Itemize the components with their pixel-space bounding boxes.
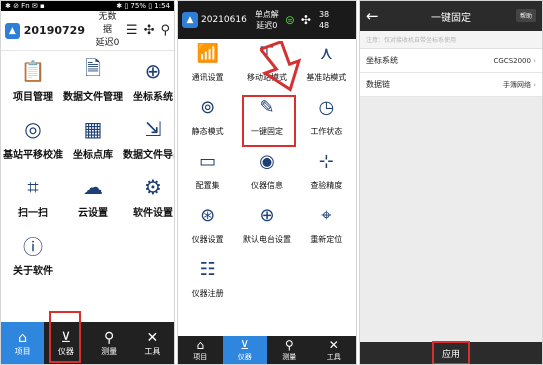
location-icon: ⌖ bbox=[321, 204, 332, 226]
register-icon: ☷ bbox=[199, 258, 216, 280]
menu-project-manage[interactable]: 📋 项目管理 bbox=[3, 59, 63, 111]
scan-icon: ⌗ bbox=[27, 175, 39, 199]
receiver-settings-icon: ⊛ bbox=[200, 204, 216, 226]
highlight-apply-button bbox=[432, 341, 470, 364]
menu-config-set[interactable]: ▭ 配置集 bbox=[178, 149, 237, 203]
menu-about[interactable]: ⓘ 关于软件 bbox=[3, 233, 63, 285]
home-menu-grid: 📋 项目管理 🗎 数据文件管理 ⊕ 坐标系统 ◎ 基站平移校准 ▦ 坐标点库 ⇲… bbox=[1, 51, 174, 285]
receiver-icon[interactable]: ☰ bbox=[126, 23, 138, 38]
header: ← 一键固定 帮助 bbox=[360, 1, 542, 31]
menu-default-radio[interactable]: ⊕ 默认电台设置 bbox=[237, 203, 296, 257]
instrument-icon: ⊻ bbox=[240, 337, 250, 352]
app-screen-one-key-fix: ← 一键固定 帮助 注意：仅对接收机自带坐标系使用 坐标系统 CGCS2000 … bbox=[359, 0, 543, 365]
menu-data-export[interactable]: ⇲ 数据文件导出 bbox=[123, 117, 174, 169]
menu-coordinate-system[interactable]: ⊕ 坐标系统 bbox=[123, 59, 174, 111]
app-logo: ▲ bbox=[182, 12, 198, 28]
tab-project[interactable]: ⌂ 项目 bbox=[178, 336, 223, 364]
project-date: 20190729 bbox=[23, 24, 85, 37]
menu-static-mode[interactable]: ⊚ 静态模式 bbox=[178, 95, 237, 149]
status-line1: 无数据 bbox=[98, 12, 117, 35]
coordinate-system-value: CGCS2000 bbox=[494, 57, 537, 65]
status-bar: ✱ ⊘ Fn ✉ ▪ ✱ ▯ 75% ▯ 1:54 bbox=[1, 1, 174, 11]
app-screen-home: ✱ ⊘ Fn ✉ ▪ ✱ ▯ 75% ▯ 1:54 ▲ 20190729 无数据… bbox=[0, 0, 175, 365]
pin-icon: ⚲ bbox=[103, 329, 115, 346]
solution-status: 单点解 延迟0 bbox=[254, 10, 279, 30]
menu-scan[interactable]: ⌗ 扫一扫 bbox=[3, 175, 63, 227]
header: ▲ 20190729 无数据 延迟0 ☰ ✣ ⚲ bbox=[1, 11, 174, 51]
receiver-icon[interactable]: ⊜ bbox=[285, 13, 295, 27]
red-arrow-annotation bbox=[260, 41, 302, 92]
tools-icon: ✕ bbox=[146, 329, 159, 346]
menu-base-calibration[interactable]: ◎ 基站平移校准 bbox=[3, 117, 63, 169]
document-icon: 🗎 bbox=[84, 56, 102, 80]
cloud-gear-icon: ☁ bbox=[83, 175, 103, 199]
tab-instrument[interactable]: ⊻ 仪器 bbox=[222, 336, 267, 364]
settings-icon: ⚙ bbox=[144, 175, 162, 199]
info-icon: ⓘ bbox=[23, 234, 43, 259]
grid-icon: ▦ bbox=[83, 117, 103, 141]
tools-icon: ✕ bbox=[328, 337, 339, 352]
menu-point-library[interactable]: ▦ 坐标点库 bbox=[63, 117, 123, 169]
target-icon: ◎ bbox=[24, 117, 42, 141]
accuracy-icon: ⊹ bbox=[318, 150, 334, 172]
home-icon: ⌂ bbox=[18, 329, 28, 346]
bottom-tab-bar: ⌂ 项目 ⊻ 仪器 ⚲ 测量 ✕ 工具 bbox=[178, 336, 356, 364]
menu-instrument-settings[interactable]: ⊛ 仪器设置 bbox=[178, 203, 237, 257]
menu-comm-settings[interactable]: 📶 通讯设置 bbox=[178, 41, 237, 95]
row-coordinate-system[interactable]: 坐标系统 CGCS2000 bbox=[360, 49, 542, 73]
project-date: 20210616 bbox=[201, 15, 247, 25]
tab-measure[interactable]: ⚲ 测量 bbox=[88, 322, 131, 364]
radio-icon: ⊕ bbox=[259, 204, 275, 226]
home-icon: ⌂ bbox=[196, 337, 205, 352]
app-screen-instrument: ▲ 20210616 单点解 延迟0 ⊜ ✣ 38 48 📶 通讯设置 ⊤ 移动站模… bbox=[177, 0, 357, 365]
tab-tools[interactable]: ✕ 工具 bbox=[312, 336, 357, 364]
menu-relocate[interactable]: ⌖ 重新定位 bbox=[297, 203, 356, 257]
highlight-one-key-fix bbox=[242, 95, 296, 147]
header: ▲ 20210616 单点解 延迟0 ⊜ ✣ 38 48 bbox=[178, 1, 356, 39]
menu-instrument-info[interactable]: ◉ 仪器信息 bbox=[237, 149, 296, 203]
measure-icon[interactable]: ⚲ bbox=[160, 23, 170, 38]
menu-cloud-settings[interactable]: ☁ 云设置 bbox=[63, 175, 123, 227]
receiver-info-icon: ◉ bbox=[259, 150, 275, 172]
status-bar-right: ✱ ▯ 75% ▯ 1:54 bbox=[116, 2, 170, 10]
satellite-icon[interactable]: ✣ bbox=[144, 23, 155, 38]
satellite-icon[interactable]: ✣ bbox=[301, 13, 311, 27]
row-data-link[interactable]: 数据链 手簿网络 bbox=[360, 73, 542, 97]
tab-measure[interactable]: ⚲ 测量 bbox=[267, 336, 312, 364]
export-icon: ⇲ bbox=[144, 117, 162, 141]
notice-bar: 注意：仅对接收机自带坐标系使用 bbox=[360, 31, 542, 49]
clock-icon: ◷ bbox=[318, 96, 335, 118]
antenna-icon: 📶 bbox=[196, 42, 219, 64]
data-link-value: 手簿网络 bbox=[503, 80, 536, 90]
tab-tools[interactable]: ✕ 工具 bbox=[131, 322, 174, 364]
globe-icon: ⊕ bbox=[144, 59, 162, 83]
satellite-count: 38 48 bbox=[318, 10, 330, 30]
page-title: 一键固定 bbox=[431, 12, 471, 24]
status-line2: 延迟0 bbox=[95, 38, 120, 48]
tab-project[interactable]: ⌂ 项目 bbox=[1, 322, 45, 364]
app-logo: ▲ bbox=[5, 22, 20, 39]
menu-work-status[interactable]: ◷ 工作状态 bbox=[297, 95, 356, 149]
menu-check-accuracy[interactable]: ⊹ 查验精度 bbox=[297, 149, 356, 203]
menu-base-mode[interactable]: ⋏ 基准站模式 bbox=[297, 41, 356, 95]
highlight-instrument-tab bbox=[49, 311, 81, 363]
tripod-icon: ⋏ bbox=[319, 42, 333, 64]
help-button[interactable]: 帮助 bbox=[515, 9, 536, 22]
pin-icon: ⚲ bbox=[284, 337, 294, 352]
status-bar-left: ✱ ⊘ Fn ✉ ▪ bbox=[5, 2, 45, 10]
device-icon: ▭ bbox=[199, 150, 217, 172]
menu-software-settings[interactable]: ⚙ 软件设置 bbox=[123, 175, 174, 227]
bottom-tab-bar: ⌂ 项目 ⊻ 仪器 ⚲ 测量 ✕ 工具 bbox=[1, 322, 174, 364]
clipboard-icon: 📋 bbox=[20, 59, 46, 83]
menu-instrument-register[interactable]: ☷ 仪器注册 bbox=[178, 257, 237, 311]
menu-data-file-manage[interactable]: 🗎 数据文件管理 bbox=[63, 56, 123, 111]
receiver-gear-icon: ⊚ bbox=[200, 96, 216, 118]
solution-status: 无数据 延迟0 bbox=[95, 11, 120, 50]
